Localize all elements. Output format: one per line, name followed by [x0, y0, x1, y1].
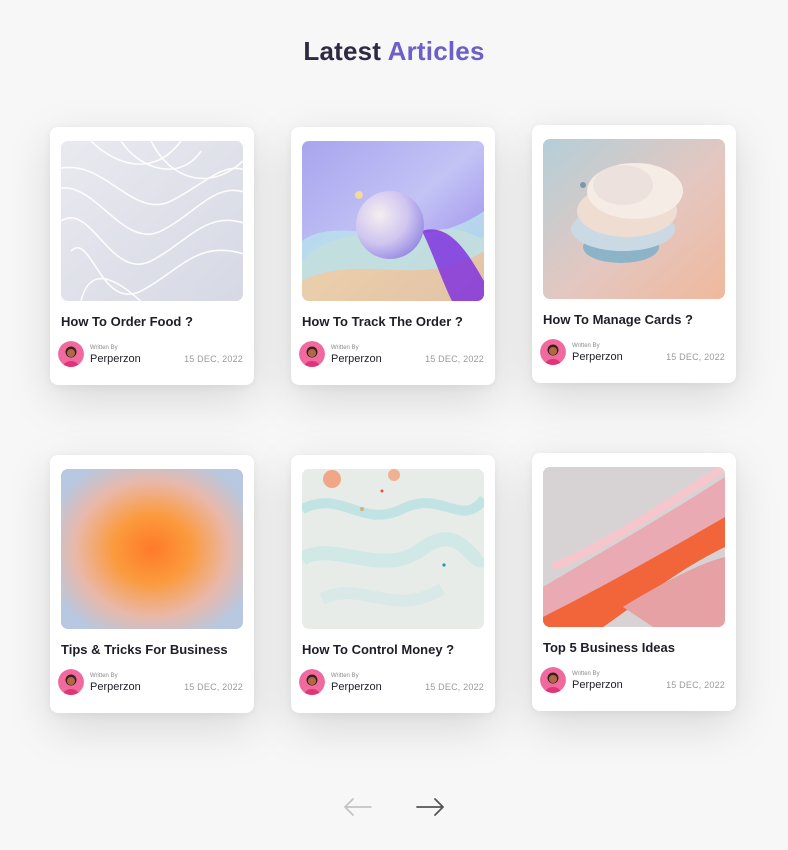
article-title[interactable]: How To Track The Order ? — [302, 314, 487, 329]
author-avatar — [299, 669, 325, 695]
author-avatar — [540, 339, 566, 365]
article-title[interactable]: How To Order Food ? — [61, 314, 246, 329]
article-image — [543, 139, 725, 299]
written-by-label: Written By — [331, 673, 359, 679]
article-card[interactable]: How To Order Food ? Written By Perperzon… — [50, 127, 254, 385]
article-title[interactable]: How To Manage Cards ? — [543, 312, 728, 327]
author-avatar — [58, 341, 84, 367]
prev-page-button[interactable] — [341, 794, 373, 820]
written-by-label: Written By — [90, 673, 118, 679]
author-name: Perperzon — [572, 351, 623, 363]
article-card[interactable]: Tips & Tricks For Business Written By Pe… — [50, 455, 254, 713]
section-title: Latest Articles — [0, 36, 788, 67]
article-card[interactable]: Top 5 Business Ideas Written By Perperzo… — [532, 453, 736, 711]
author-name: Perperzon — [331, 681, 382, 693]
article-card[interactable]: How To Track The Order ? Written By Perp… — [291, 127, 495, 385]
article-date: 15 DEC, 2022 — [184, 354, 243, 364]
article-image — [543, 467, 725, 627]
article-date: 15 DEC, 2022 — [184, 682, 243, 692]
author-avatar — [58, 669, 84, 695]
article-title[interactable]: How To Control Money ? — [302, 642, 487, 657]
article-date: 15 DEC, 2022 — [666, 680, 725, 690]
article-title[interactable]: Top 5 Business Ideas — [543, 640, 728, 655]
article-image — [61, 141, 243, 301]
author-avatar — [299, 341, 325, 367]
author-name: Perperzon — [331, 353, 382, 365]
author-name: Perperzon — [90, 681, 141, 693]
written-by-label: Written By — [331, 345, 359, 351]
written-by-label: Written By — [572, 343, 600, 349]
author-avatar — [540, 667, 566, 693]
article-date: 15 DEC, 2022 — [425, 682, 484, 692]
author-name: Perperzon — [90, 353, 141, 365]
section-title-accent: Articles — [387, 36, 485, 66]
author-name: Perperzon — [572, 679, 623, 691]
article-image — [302, 469, 484, 629]
arrow-left-icon — [344, 798, 372, 816]
written-by-label: Written By — [90, 345, 118, 351]
arrow-right-icon — [416, 798, 444, 816]
article-title[interactable]: Tips & Tricks For Business — [61, 642, 246, 657]
written-by-label: Written By — [572, 671, 600, 677]
article-card[interactable]: How To Manage Cards ? Written By Perperz… — [532, 125, 736, 383]
section-title-primary: Latest — [303, 36, 382, 66]
article-image — [61, 469, 243, 629]
article-image — [302, 141, 484, 301]
article-date: 15 DEC, 2022 — [666, 352, 725, 362]
next-page-button[interactable] — [415, 794, 447, 820]
article-date: 15 DEC, 2022 — [425, 354, 484, 364]
article-card[interactable]: How To Control Money ? Written By Perper… — [291, 455, 495, 713]
